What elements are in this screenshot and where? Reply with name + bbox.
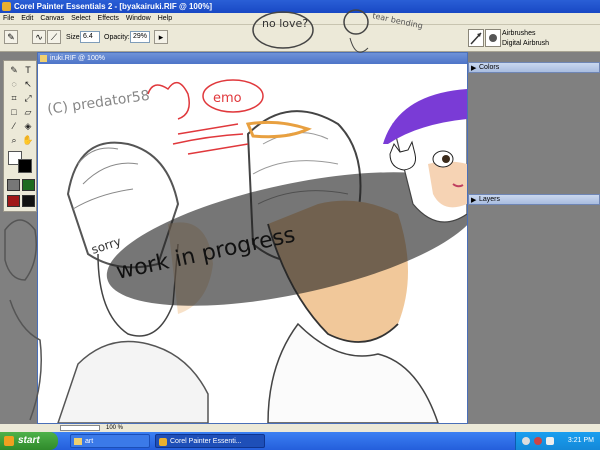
no-love-doodle: no love? [262,17,308,30]
zoom-slider[interactable] [60,425,100,431]
folder-icon [74,438,82,445]
taskbar-item-label: Corel Painter Essenti... [170,438,242,445]
status-bar: 100 % [0,424,600,432]
taskbar: start art Corel Painter Essenti... 3:21 … [0,432,600,450]
expand-triangle-icon[interactable]: ▶ [471,196,476,206]
clock[interactable]: 3:21 PM [568,437,594,444]
painter-app-icon [159,438,167,446]
network-icon[interactable] [522,437,530,445]
colors-title: Colors [479,64,500,71]
taskbar-item-art[interactable]: art [70,434,150,448]
system-tray: 3:21 PM [515,432,600,450]
windows-logo-icon [4,436,14,446]
tear-bending-doodle: tear bending [372,11,424,30]
colors-palette-title[interactable]: ▶ Colors [468,62,600,73]
start-button[interactable]: start [0,432,58,450]
layers-title: Layers [479,196,501,203]
taskbar-item-painter[interactable]: Corel Painter Essenti... [155,434,265,448]
layers-palette-title[interactable]: ▶ Layers [468,194,600,205]
expand-triangle-icon[interactable]: ▶ [471,64,476,74]
volume-icon[interactable] [546,437,554,445]
security-icon[interactable] [534,437,542,445]
taskbar-item-label: art [85,438,94,445]
start-label: start [18,435,40,446]
zoom-readout: 100 % [106,425,124,431]
